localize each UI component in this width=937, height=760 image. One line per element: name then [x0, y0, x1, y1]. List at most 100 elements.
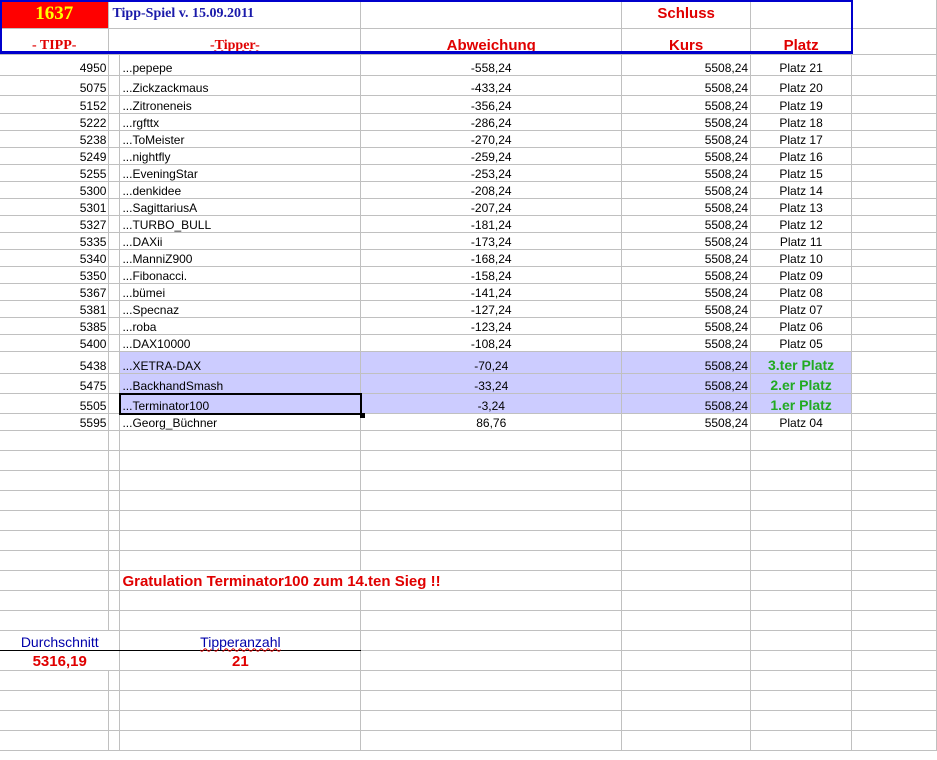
avg-label[interactable]: Durchschnitt [0, 630, 121, 651]
platz-cell[interactable]: Platz 21 [750, 54, 853, 76]
platz-cell[interactable]: Platz 18 [750, 113, 853, 131]
tipper-cell[interactable]: ...pepepe [119, 54, 362, 76]
cell[interactable] [0, 550, 110, 571]
cell[interactable] [851, 570, 937, 591]
spacer-cell[interactable] [108, 54, 121, 76]
cell[interactable] [119, 470, 362, 491]
cell[interactable] [621, 590, 752, 611]
cell[interactable] [851, 430, 937, 451]
empty-cell[interactable] [851, 413, 937, 431]
cell[interactable] [108, 530, 121, 551]
cell[interactable] [360, 690, 623, 711]
cell[interactable] [119, 590, 362, 611]
empty-cell[interactable] [851, 300, 937, 318]
header-platz[interactable]: Platz [750, 28, 853, 55]
spacer-cell[interactable] [108, 181, 121, 199]
abweichung-cell[interactable]: -3,24 [360, 393, 623, 414]
cell[interactable] [119, 550, 362, 571]
cell[interactable] [360, 710, 623, 731]
cell[interactable] [119, 450, 362, 471]
cell[interactable] [0, 470, 110, 491]
kurs-cell[interactable]: 5508,24 [621, 373, 752, 394]
cell[interactable] [0, 450, 110, 471]
abweichung-cell[interactable]: -173,24 [360, 232, 623, 250]
cell[interactable] [0, 670, 110, 691]
cell[interactable] [108, 430, 121, 451]
cell[interactable] [750, 470, 853, 491]
tipper-cell[interactable]: ...Terminator100 [119, 393, 362, 414]
spacer-cell[interactable] [108, 164, 121, 182]
abweichung-cell[interactable]: -70,24 [360, 351, 623, 374]
cell[interactable] [119, 730, 362, 751]
empty-cell[interactable] [851, 147, 937, 165]
spacer-cell[interactable] [108, 283, 121, 301]
cell[interactable] [108, 710, 121, 731]
empty-cell[interactable] [851, 164, 937, 182]
cell[interactable] [851, 690, 937, 711]
tipp-cell[interactable]: 5505 [0, 393, 110, 414]
cell[interactable] [360, 430, 623, 451]
tipper-cell[interactable]: ...BackhandSmash [119, 373, 362, 394]
cell[interactable] [360, 630, 623, 651]
tipp-cell[interactable]: 5475 [0, 373, 110, 394]
cell[interactable] [750, 430, 853, 451]
cell[interactable] [621, 610, 752, 631]
cell[interactable] [621, 730, 752, 751]
kurs-cell[interactable]: 5508,24 [621, 181, 752, 199]
cell[interactable] [108, 510, 121, 531]
cell[interactable] [621, 530, 752, 551]
abweichung-cell[interactable]: -33,24 [360, 373, 623, 394]
spacer-cell[interactable] [108, 266, 121, 284]
cell[interactable] [0, 690, 110, 711]
tipper-cell[interactable]: ...DAX10000 [119, 334, 362, 352]
cell[interactable] [621, 430, 752, 451]
cell[interactable] [750, 570, 853, 591]
cell[interactable] [750, 670, 853, 691]
abweichung-cell[interactable]: -208,24 [360, 181, 623, 199]
cell[interactable] [851, 730, 937, 751]
tipp-cell[interactable]: 5238 [0, 130, 110, 148]
cell[interactable] [750, 590, 853, 611]
tipp-cell[interactable]: 5385 [0, 317, 110, 335]
tipper-cell[interactable]: ...ManniZ900 [119, 249, 362, 267]
header-tipper[interactable]: -Tipper- [108, 28, 362, 55]
cell[interactable] [360, 590, 623, 611]
empty-cell[interactable] [851, 113, 937, 131]
kurs-cell[interactable]: 5508,24 [621, 130, 752, 148]
cell[interactable] [750, 730, 853, 751]
cell[interactable] [119, 690, 362, 711]
abweichung-cell[interactable]: -270,24 [360, 130, 623, 148]
spacer-cell[interactable] [108, 334, 121, 352]
cell[interactable] [851, 650, 937, 671]
cell[interactable] [851, 490, 937, 511]
spacer-cell[interactable] [108, 130, 121, 148]
cell[interactable] [0, 490, 110, 511]
tipp-cell[interactable]: 5367 [0, 283, 110, 301]
cell[interactable] [621, 510, 752, 531]
cell[interactable] [621, 690, 752, 711]
cell[interactable] [0, 510, 110, 531]
tipper-cell[interactable]: ...Georg_Büchner [119, 413, 362, 431]
congrats-message[interactable]: Gratulation Terminator100 zum 14.ten Sie… [119, 570, 623, 591]
tipp-cell[interactable]: 5400 [0, 334, 110, 352]
abweichung-cell[interactable]: -158,24 [360, 266, 623, 284]
platz-cell[interactable]: Platz 19 [750, 95, 853, 114]
abweichung-cell[interactable]: -253,24 [360, 164, 623, 182]
cell[interactable] [621, 570, 752, 591]
spacer-cell[interactable] [108, 317, 121, 335]
cell[interactable] [621, 470, 752, 491]
tipper-cell[interactable]: ...bümei [119, 283, 362, 301]
kurs-cell[interactable]: 5508,24 [621, 249, 752, 267]
spacer-cell[interactable] [108, 147, 121, 165]
cell[interactable] [360, 610, 623, 631]
cell[interactable] [360, 730, 623, 751]
cell[interactable] [0, 610, 110, 631]
kurs-cell[interactable]: 5508,24 [621, 215, 752, 233]
count-value[interactable]: 21 [119, 650, 362, 671]
abweichung-cell[interactable]: -259,24 [360, 147, 623, 165]
spacer-cell[interactable] [108, 75, 121, 96]
empty-cell[interactable] [851, 283, 937, 301]
cell[interactable] [0, 430, 110, 451]
abweichung-cell[interactable]: -181,24 [360, 215, 623, 233]
cell[interactable] [360, 530, 623, 551]
